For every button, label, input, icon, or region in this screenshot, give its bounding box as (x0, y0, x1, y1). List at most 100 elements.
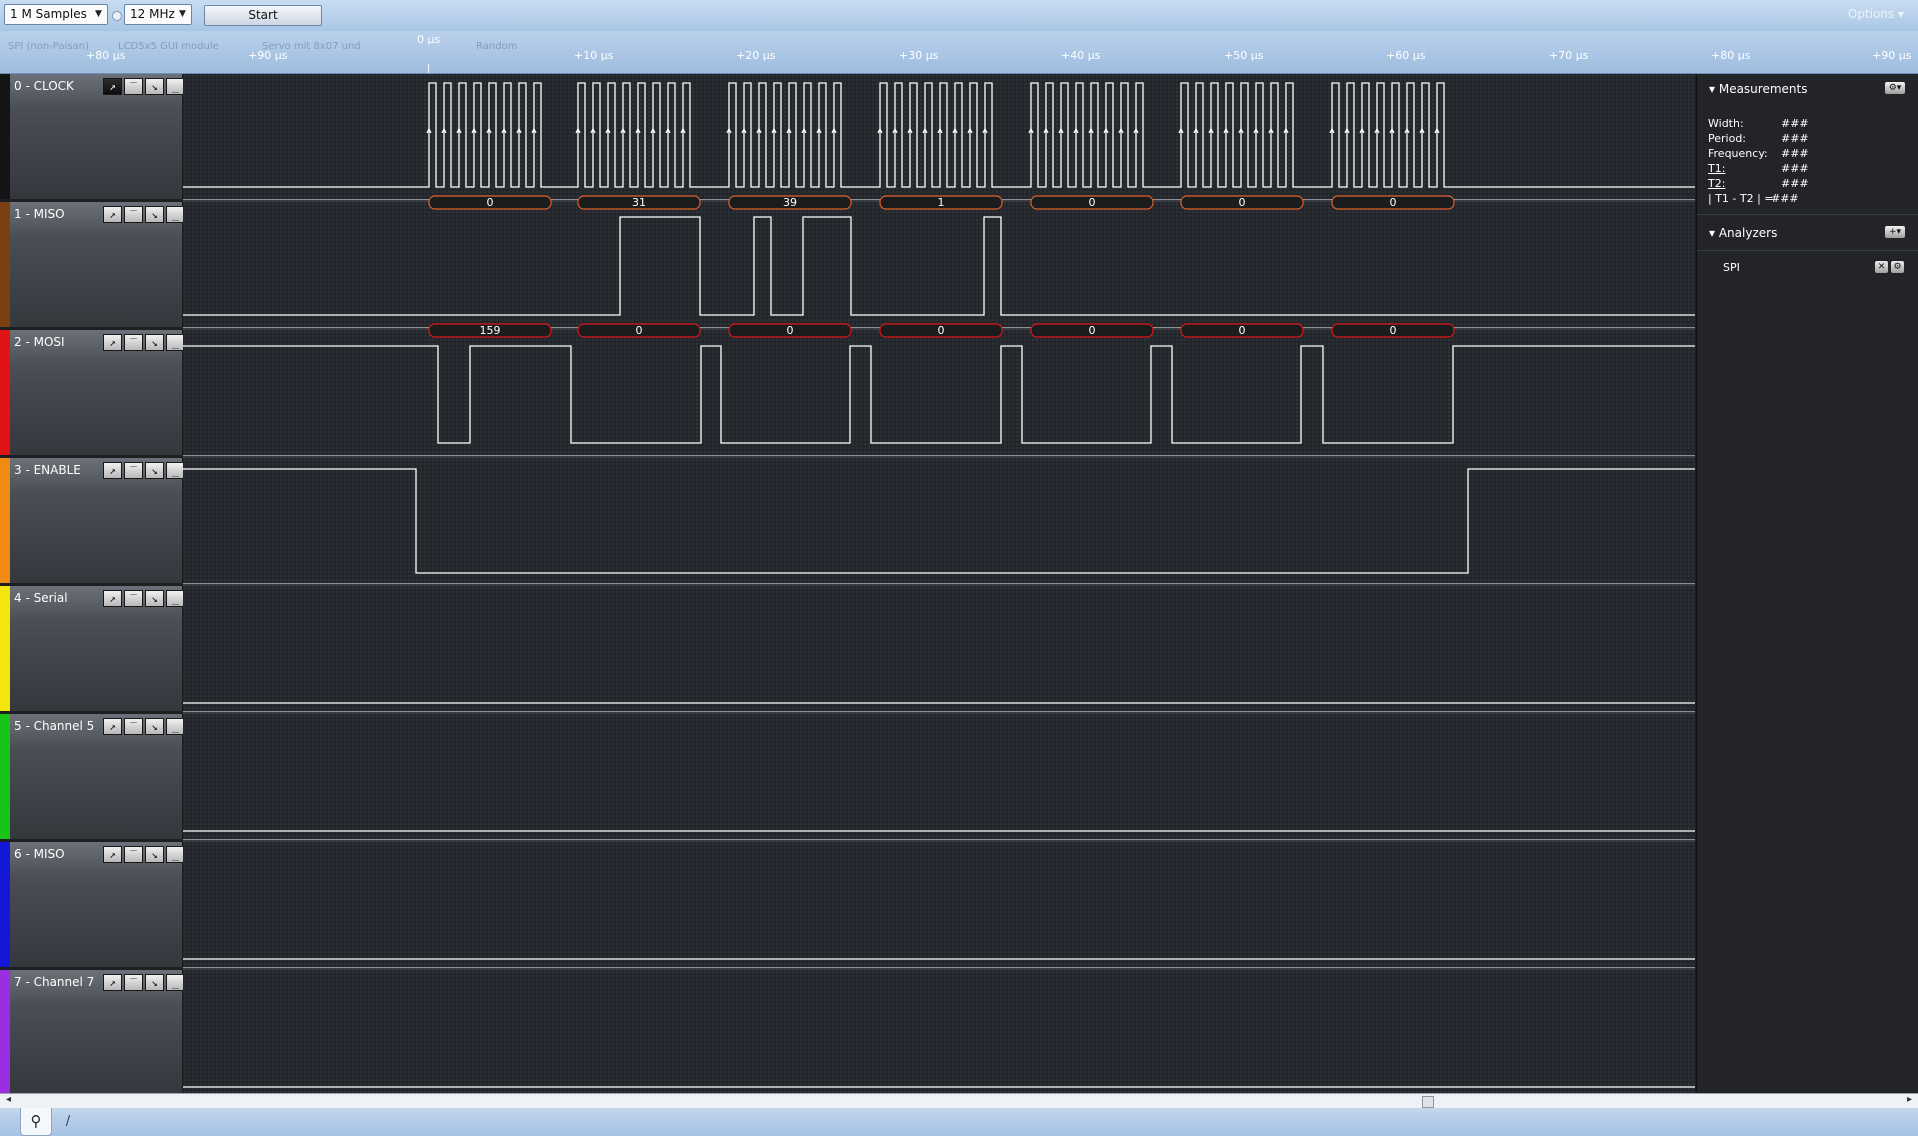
measurement-label: | T1 - T2 | = (1708, 192, 1774, 205)
time-ruler[interactable]: SPI (non-Paisan) LCD5x5 GUI module Servo… (0, 31, 1918, 74)
scrollbar-thumb[interactable] (1422, 1096, 1434, 1108)
miso-trace (183, 216, 1695, 316)
search-icon[interactable]: ⚲ (20, 1108, 52, 1136)
channel-color-strip (0, 202, 10, 327)
channel-header[interactable]: 0 - CLOCK ↗ ‾ ↘ _ (0, 74, 185, 199)
analyzer-item[interactable]: SPI (1723, 261, 1740, 274)
channel-name: 1 - MISO (14, 207, 65, 221)
clock-trace (183, 82, 1695, 188)
horizontal-scrollbar[interactable]: ◂ ▸ (0, 1093, 1918, 1109)
mosi-decoded-value: 0 (787, 324, 794, 337)
channel-header[interactable]: 2 - MOSI ↗ ‾ ↘ _ (0, 330, 185, 455)
channel-color-strip (0, 74, 10, 199)
measurement-row: Period: ### (1708, 132, 1809, 145)
channel-name: 6 - MISO (14, 847, 65, 861)
measurement-label[interactable]: T2: (1708, 177, 1725, 190)
miso-decoded-value: 0 (487, 196, 494, 209)
measurement-label: Width: (1708, 117, 1744, 130)
trigger-buttons: ↗ ‾ ↘ _ (103, 974, 187, 991)
channel-header[interactable]: 7 - Channel 7 ↗ ‾ ↘ _ (0, 970, 185, 1095)
mosi-decoded-value: 0 (1239, 324, 1246, 337)
trigger-buttons: ↗ ‾ ↘ _ (103, 846, 187, 863)
measurement-label: Period: (1708, 132, 1747, 145)
falling-edge-icon[interactable]: ↘ (145, 718, 164, 735)
falling-edge-icon[interactable]: ↘ (145, 846, 164, 863)
ruler-tick: +80 µs (86, 49, 126, 62)
channel-color-strip (0, 586, 10, 711)
rising-edge-icon[interactable]: ↗ (103, 78, 122, 95)
gear-icon[interactable]: ⚙▾ (1885, 82, 1905, 94)
options-button[interactable]: Options ▾ (1848, 7, 1904, 21)
miso-decoded-value: 1 (938, 196, 945, 209)
mosi-decoded-value: 159 (480, 324, 501, 337)
rising-edge-icon[interactable]: ↗ (103, 718, 122, 735)
rising-edge-icon[interactable]: ↗ (103, 334, 122, 351)
measurement-value: ### (1781, 177, 1809, 190)
high-level-icon[interactable]: ‾ (124, 590, 143, 607)
rising-edge-icon[interactable]: ↗ (103, 590, 122, 607)
falling-edge-icon[interactable]: ↘ (145, 974, 164, 991)
chevron-down-icon: ▼ (95, 9, 102, 19)
measurement-row: T2: ### (1708, 177, 1809, 190)
sample-rate-select[interactable]: 12 MHz ▼ (124, 4, 192, 25)
side-panel: ▾ Measurements ⚙▾ Width: ### Period: ###… (1696, 74, 1918, 1092)
channel-header[interactable]: 3 - ENABLE ↗ ‾ ↘ _ (0, 458, 185, 583)
falling-edge-icon[interactable]: ↘ (145, 78, 164, 95)
scroll-right-icon[interactable]: ▸ (1907, 1094, 1912, 1105)
channel-color-strip (0, 714, 10, 839)
falling-edge-icon[interactable]: ↘ (145, 334, 164, 351)
trigger-buttons: ↗ ‾ ↘ _ (103, 78, 187, 95)
analyzers-header[interactable]: ▾ Analyzers (1709, 226, 1777, 240)
channel-name: 5 - Channel 5 (14, 719, 95, 733)
channel-header[interactable]: 5 - Channel 5 ↗ ‾ ↘ _ (0, 714, 185, 839)
channel-name: 0 - CLOCK (14, 79, 74, 93)
add-analyzer-icon[interactable]: +▾ (1885, 226, 1905, 238)
measurements-header[interactable]: ▾ Measurements (1709, 82, 1807, 96)
start-button[interactable]: Start (204, 5, 322, 26)
chevron-down-icon: ▼ (179, 9, 186, 19)
channel-name: 4 - Serial (14, 591, 68, 605)
status-bar: ⚲ / (0, 1108, 1918, 1136)
ruler-tick: +90 µs (1872, 49, 1912, 62)
panel-divider (1697, 250, 1918, 251)
analyzers-title: Analyzers (1718, 226, 1778, 240)
channel-header[interactable]: 6 - MISO ↗ ‾ ↘ _ (0, 842, 185, 967)
rising-edge-icon[interactable]: ↗ (103, 462, 122, 479)
measurement-label[interactable]: T1: (1708, 162, 1725, 175)
high-level-icon[interactable]: ‾ (124, 206, 143, 223)
measurement-row: Width: ### (1708, 117, 1809, 130)
samples-select[interactable]: 1 M Samples ▼ (4, 4, 108, 25)
channel-header[interactable]: 4 - Serial ↗ ‾ ↘ _ (0, 586, 185, 711)
high-level-icon[interactable]: ‾ (124, 78, 143, 95)
measurement-value: ### (1781, 147, 1809, 160)
falling-edge-icon[interactable]: ↘ (145, 206, 164, 223)
channel-name: 7 - Channel 7 (14, 975, 95, 989)
gear-icon[interactable]: ⚙ (1891, 261, 1904, 273)
close-icon[interactable]: ✕ (1875, 261, 1888, 273)
rising-edge-icon[interactable]: ↗ (103, 206, 122, 223)
miso-decoded-value: 39 (783, 196, 797, 209)
radio-button[interactable] (112, 11, 122, 21)
falling-edge-icon[interactable]: ↘ (145, 590, 164, 607)
ghost-tab: Random (476, 41, 518, 52)
channel-name: 3 - ENABLE (14, 463, 81, 477)
channel-header[interactable]: 1 - MISO ↗ ‾ ↘ _ (0, 202, 185, 327)
ghost-tab: SPI (non-Paisan) (8, 41, 89, 52)
high-level-icon[interactable]: ‾ (124, 334, 143, 351)
measurement-value: ### (1781, 117, 1809, 130)
enable-trace (183, 468, 1695, 574)
scroll-left-icon[interactable]: ◂ (6, 1094, 11, 1105)
high-level-icon[interactable]: ‾ (124, 718, 143, 735)
falling-edge-icon[interactable]: ↘ (145, 462, 164, 479)
measurement-row: T1: ### (1708, 162, 1809, 175)
high-level-icon[interactable]: ‾ (124, 974, 143, 991)
trigger-buttons: ↗ ‾ ↘ _ (103, 462, 187, 479)
miso-decoded-value: 0 (1089, 196, 1096, 209)
chevron-right-icon[interactable]: / (58, 1111, 78, 1133)
channel-name: 2 - MOSI (14, 335, 65, 349)
high-level-icon[interactable]: ‾ (124, 462, 143, 479)
rising-edge-icon[interactable]: ↗ (103, 974, 122, 991)
high-level-icon[interactable]: ‾ (124, 846, 143, 863)
measurement-row: | T1 - T2 | = ### (1708, 192, 1799, 205)
rising-edge-icon[interactable]: ↗ (103, 846, 122, 863)
